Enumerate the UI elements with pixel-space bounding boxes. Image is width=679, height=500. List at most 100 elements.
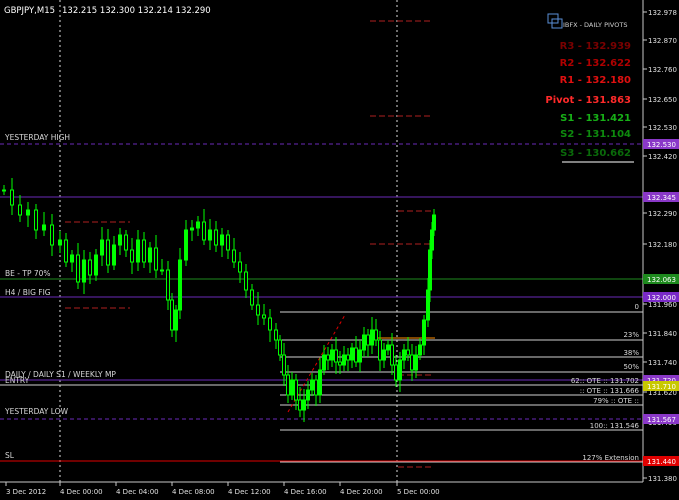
- level-badge-text: 131.567: [647, 416, 676, 424]
- fib-100-label: 100:: 131.546: [590, 422, 640, 430]
- time-tick-label: 3 Dec 2012: [6, 488, 46, 496]
- price-tick-label: 131.380: [648, 475, 677, 483]
- fib-50-label: 50%: [623, 363, 639, 371]
- candle-body: [148, 247, 152, 263]
- price-tick-label: 132.420: [648, 153, 677, 161]
- pivot-level-0: R3 - 132.939: [560, 41, 631, 52]
- price-axis: 132.978 132.870 132.760 132.650 132.530 132.4…: [643, 9, 677, 483]
- time-tick-label: 4 Dec 20:00: [340, 488, 383, 496]
- candle-body: [58, 239, 62, 246]
- candle-body: [282, 354, 286, 376]
- candle-body: [220, 234, 224, 246]
- candle-body: [160, 269, 164, 272]
- fib-ote-label: :: OTE :: 131.666: [580, 387, 640, 395]
- time-tick-label: 4 Dec 08:00: [172, 488, 215, 496]
- price-tick-label: 131.840: [648, 330, 677, 338]
- h4-big-fig-label: H4 / BIG FIG: [5, 288, 51, 297]
- candle-body: [350, 347, 354, 361]
- time-tick-label: 4 Dec 16:00: [284, 488, 327, 496]
- candle-body: [112, 244, 116, 266]
- price-tick-label: 132.650: [648, 96, 677, 104]
- candle-body: [330, 349, 334, 361]
- candle-body: [398, 359, 402, 381]
- candle-body: [170, 299, 174, 331]
- fib-62-ote-label: 62:: OTE :: 131.702: [571, 377, 639, 385]
- level-badge-text: 132.530: [647, 141, 676, 149]
- price-chart[interactable]: GBPJPY,M15 132.215 132.300 132.214 132.2…: [0, 0, 679, 500]
- candle-body: [208, 229, 212, 241]
- pivot-level-2: R1 - 132.180: [560, 75, 631, 86]
- candle-body: [10, 189, 14, 206]
- candle-body: [302, 399, 306, 411]
- candle-body: [318, 369, 322, 396]
- candle-body: [124, 234, 128, 251]
- candle-body: [106, 239, 110, 266]
- candle-body: [286, 374, 290, 396]
- candle-body: [274, 329, 278, 341]
- candle-body: [346, 354, 350, 361]
- candle-body: [406, 349, 410, 356]
- price-tick-label: 132.870: [648, 37, 677, 45]
- candle-body: [232, 249, 236, 263]
- yesterday-low-label: YESTERDAY LOW: [4, 407, 69, 416]
- ohlc-readout: 132.215 132.300 132.214 132.290: [62, 6, 211, 16]
- candle-body: [214, 229, 218, 246]
- candle-body: [136, 239, 140, 263]
- price-tick-label: 132.978: [648, 9, 677, 17]
- candle-body: [18, 204, 22, 216]
- level-badge-text: 132.000: [647, 294, 676, 302]
- candle-body: [82, 259, 86, 283]
- pivot-level-6: S3 - 130.662: [560, 148, 631, 159]
- fib-38-label: 38%: [623, 349, 639, 357]
- candle-body: [298, 399, 302, 411]
- candle-body: [262, 314, 266, 319]
- time-axis: 3 Dec 2012 4 Dec 00:00 4 Dec 04:00 4 Dec 08…: [5, 482, 440, 496]
- candle-body: [256, 304, 260, 316]
- time-tick-label: 4 Dec 12:00: [228, 488, 271, 496]
- entry-label: ENTRY: [5, 376, 30, 385]
- candle-body: [178, 259, 182, 311]
- pivot-level-4: S1 - 131.421: [560, 113, 631, 124]
- time-tick-label: 5 Dec 00:00: [397, 488, 440, 496]
- candle-body: [76, 254, 80, 283]
- candle-body: [50, 224, 54, 246]
- candle-body: [314, 379, 318, 396]
- candle-body: [422, 319, 426, 346]
- candle-body: [250, 289, 254, 306]
- candle-body: [118, 234, 122, 246]
- candle-body: [142, 239, 146, 263]
- price-tick-label: 132.290: [648, 210, 677, 218]
- candle-body: [290, 379, 294, 396]
- candle-body: [166, 269, 170, 301]
- level-badge-text: 132.345: [647, 194, 676, 202]
- fib-127-label: 127% Extension: [582, 454, 639, 462]
- mt4-chart-window[interactable]: GBPJPY,M15 132.215 132.300 132.214 132.2…: [0, 0, 679, 500]
- candle-body: [374, 329, 378, 341]
- candle-body: [190, 227, 194, 231]
- level-badge-text: 131.710: [647, 383, 676, 391]
- candle-body: [238, 261, 242, 273]
- candle-body: [322, 354, 326, 371]
- candle-body: [366, 334, 370, 346]
- candle-body: [64, 239, 68, 263]
- candle-body: [278, 339, 282, 356]
- candle-body: [378, 339, 382, 361]
- candle-body: [430, 229, 434, 251]
- pivot-level-1: R2 - 132.622: [560, 58, 631, 69]
- candle-body: [268, 317, 272, 331]
- price-tick-label: 132.180: [648, 241, 677, 249]
- yesterday-high-label: YESTERDAY HIGH: [4, 133, 70, 142]
- candle-body: [334, 349, 338, 363]
- price-tick-label: 131.740: [648, 359, 677, 367]
- price-tick-label: 132.760: [648, 66, 677, 74]
- fib-23-label: 23%: [623, 331, 639, 339]
- pivot-level-3: Pivot - 131.863: [545, 95, 631, 106]
- candle-body: [354, 347, 358, 363]
- candle-body: [410, 354, 414, 371]
- candle-body: [2, 189, 6, 192]
- candle-body: [338, 361, 342, 366]
- candle-body: [342, 354, 346, 366]
- candle-body: [358, 349, 362, 363]
- candle-body: [294, 379, 298, 401]
- be-tp-label: BE - TP 70%: [5, 269, 51, 278]
